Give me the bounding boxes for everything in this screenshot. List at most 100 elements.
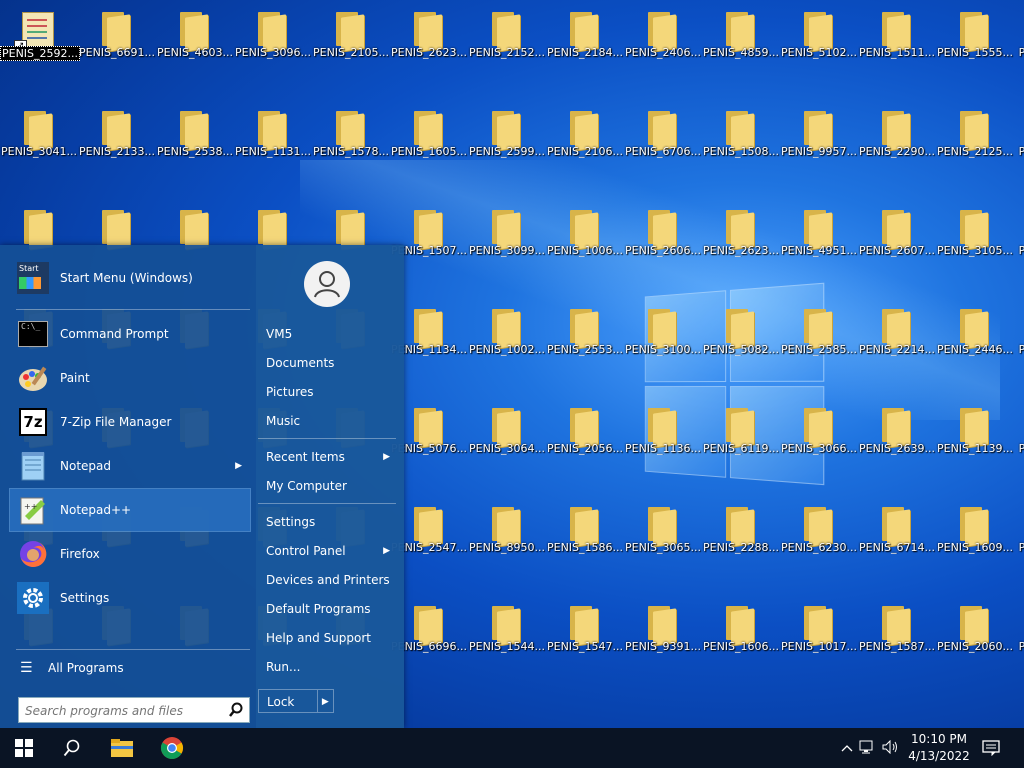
desktop-folder[interactable]: PENIS_2553... [546,297,624,396]
place-user[interactable]: VM5 [258,321,396,347]
place-settings[interactable]: Settings [258,509,396,535]
desktop-folder[interactable]: PENIS_1131... [234,99,312,198]
desktop-folder[interactable]: PENIS_5102... [780,0,858,99]
desktop-folder[interactable]: PENIS_3065... [624,495,702,594]
desktop-folder[interactable]: PENIS_6230... [780,495,858,594]
desktop-folder[interactable]: PENIS_1017... [780,594,858,693]
place-help-support[interactable]: Help and Support [258,625,396,651]
program-start-menu[interactable]: Start Start Menu (Windows) [10,257,250,299]
desktop-folder[interactable]: PENIS_1139... [936,396,1014,495]
desktop-folder[interactable]: PENIS_1606... [702,594,780,693]
program-command-prompt[interactable]: C:\_ Command Prompt [10,313,250,355]
desktop-folder-partial[interactable]: P [1016,396,1024,495]
desktop-folder[interactable]: PENIS_5082... [702,297,780,396]
desktop-folder-partial[interactable]: P [1016,594,1024,693]
desktop-shortcut[interactable]: ↗PENIS_2592... [0,0,80,99]
desktop-folder[interactable]: PENIS_2406... [624,0,702,99]
desktop-folder[interactable]: PENIS_4859... [702,0,780,99]
desktop-folder[interactable]: PENIS_2133... [78,99,156,198]
desktop-folder[interactable]: PENIS_4603... [156,0,234,99]
program-settings[interactable]: Settings [10,577,250,619]
all-programs-button[interactable]: ☰ All Programs [16,653,252,683]
place-my-computer[interactable]: My Computer [258,473,396,499]
desktop-folder[interactable]: PENIS_2060... [936,594,1014,693]
desktop-folder[interactable]: PENIS_2639... [858,396,936,495]
program-notepadpp[interactable]: ++ Notepad++ [9,488,251,532]
desktop-folder[interactable]: PENIS_1547... [546,594,624,693]
program-7zip[interactable]: 7z 7-Zip File Manager [10,401,250,443]
desktop-folder[interactable]: PENIS_6714... [858,495,936,594]
search-box[interactable] [18,697,250,723]
action-center-button[interactable] [968,728,1014,768]
desktop-folder[interactable]: PENIS_1605... [390,99,468,198]
program-firefox[interactable]: Firefox [10,533,250,575]
desktop-folder-partial[interactable]: P [1016,0,1024,99]
program-paint[interactable]: Paint [10,357,250,399]
place-music[interactable]: Music [258,408,396,434]
desktop-folder[interactable]: PENIS_1002... [468,297,546,396]
chrome-button[interactable] [148,728,196,768]
place-pictures[interactable]: Pictures [258,379,396,405]
desktop-folder[interactable]: PENIS_2623... [390,0,468,99]
place-default-programs[interactable]: Default Programs [258,596,396,622]
desktop-folder[interactable]: PENIS_2607... [858,198,936,297]
desktop-folder[interactable]: PENIS_3099... [468,198,546,297]
desktop-folder[interactable]: PENIS_1006... [546,198,624,297]
desktop-folder[interactable]: PENIS_3096... [234,0,312,99]
clock[interactable]: 10:10 PM 4/13/2022 [900,731,978,765]
desktop-folder[interactable]: PENIS_2585... [780,297,858,396]
desktop-folder[interactable]: PENIS_2599... [468,99,546,198]
desktop-folder[interactable]: PENIS_1508... [702,99,780,198]
desktop-folder[interactable]: PENIS_4951... [780,198,858,297]
desktop-folder[interactable]: PENIS_9957... [780,99,858,198]
desktop-folder[interactable]: PENIS_9391... [624,594,702,693]
desktop-folder[interactable]: PENIS_2152... [468,0,546,99]
search-button[interactable] [48,728,96,768]
desktop-folder[interactable]: PENIS_2538... [156,99,234,198]
desktop-folder[interactable]: PENIS_2106... [546,99,624,198]
place-control-panel[interactable]: Control Panel ▶ [258,538,396,564]
place-run[interactable]: Run... [258,654,396,680]
program-notepad[interactable]: Notepad ▶ [10,445,250,487]
desktop-folder[interactable]: PENIS_3105... [936,198,1014,297]
desktop-folder[interactable]: PENIS_2606... [624,198,702,297]
start-button[interactable] [0,728,48,768]
desktop-folder[interactable]: PENIS_3064... [468,396,546,495]
desktop-folder[interactable]: PENIS_3100... [624,297,702,396]
search-icon[interactable] [228,702,244,718]
desktop-folder[interactable]: PENIS_2290... [858,99,936,198]
volume-icon[interactable] [880,739,902,757]
desktop-folder[interactable]: PENIS_2056... [546,396,624,495]
desktop-folder[interactable]: PENIS_6706... [624,99,702,198]
desktop-folder[interactable]: PENIS_2288... [702,495,780,594]
desktop-folder-partial[interactable]: P [1016,495,1024,594]
place-recent-items[interactable]: Recent Items ▶ [258,444,396,470]
search-input[interactable] [23,700,223,722]
desktop-folder[interactable]: PENIS_6119... [702,396,780,495]
desktop-folder[interactable]: PENIS_1555... [936,0,1014,99]
desktop-folder[interactable]: PENIS_3041... [0,99,78,198]
desktop-folder-partial[interactable]: P [1016,99,1024,198]
desktop-folder[interactable]: PENIS_2105... [312,0,390,99]
desktop-folder[interactable]: PENIS_1136... [624,396,702,495]
network-icon[interactable] [856,740,880,757]
user-avatar[interactable] [304,261,350,307]
desktop-folder[interactable]: PENIS_1511... [858,0,936,99]
file-explorer-button[interactable] [98,728,146,768]
desktop-folder[interactable]: PENIS_1587... [858,594,936,693]
desktop-folder[interactable]: PENIS_1609... [936,495,1014,594]
desktop-folder[interactable]: PENIS_2184... [546,0,624,99]
place-devices-printers[interactable]: Devices and Printers [258,567,396,593]
shutdown-options-arrow-icon[interactable]: ▶ [318,690,333,712]
desktop-folder[interactable]: PENIS_1586... [546,495,624,594]
desktop-folder[interactable]: PENIS_3066... [780,396,858,495]
desktop-folder[interactable]: PENIS_2623... [702,198,780,297]
lock-button[interactable]: Lock ▶ [258,689,334,713]
desktop-folder-partial[interactable]: P [1016,198,1024,297]
desktop-folder[interactable]: PENIS_1578... [312,99,390,198]
desktop-folder[interactable]: PENIS_2125... [936,99,1014,198]
desktop-folder-partial[interactable]: P [1016,297,1024,396]
desktop-folder[interactable]: PENIS_2214... [858,297,936,396]
desktop-folder[interactable]: PENIS_6691... [78,0,156,99]
desktop-folder[interactable]: PENIS_2446... [936,297,1014,396]
